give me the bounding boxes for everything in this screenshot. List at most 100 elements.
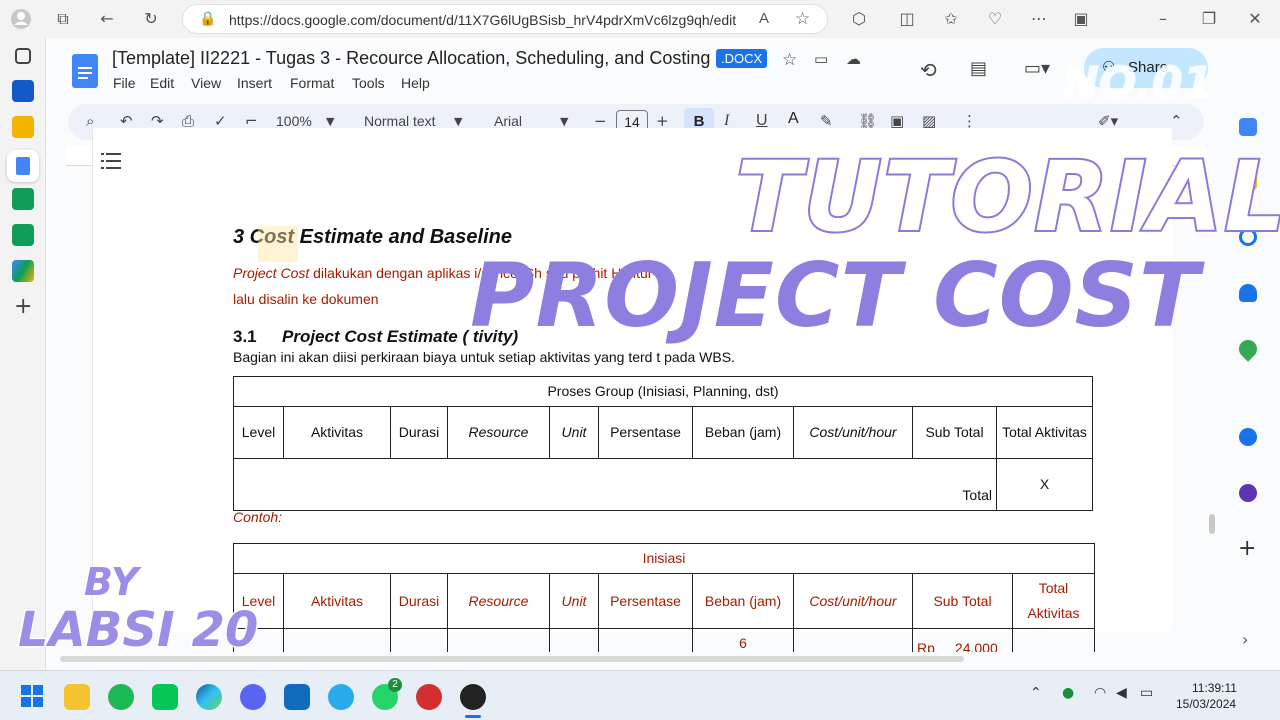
font-select[interactable]: Arial	[494, 113, 522, 129]
tab-sheets-2-icon[interactable]	[12, 224, 34, 246]
col-cost-unit-hour[interactable]: Cost/unit/hour	[793, 573, 913, 629]
file-explorer-icon[interactable]	[64, 684, 90, 710]
star-icon[interactable]: ☆	[782, 50, 797, 70]
col-persentase[interactable]: Persentase	[598, 573, 693, 629]
close-icon[interactable]: ✕	[1244, 8, 1266, 30]
col-durasi[interactable]: Durasi	[390, 406, 448, 459]
total-label[interactable]: Total	[233, 458, 997, 511]
total-value[interactable]: X	[996, 458, 1093, 511]
menu-format[interactable]: Format	[290, 75, 334, 91]
col-unit[interactable]: Unit	[549, 573, 599, 629]
document-title[interactable]: [Template] II2221 - Tugas 3 - Recource A…	[112, 48, 710, 69]
telegram-icon[interactable]	[328, 684, 354, 710]
refresh-icon[interactable]: ↻	[140, 8, 162, 30]
col-total-aktivitas[interactable]: Total Aktivitas	[1012, 573, 1095, 629]
col-cost-unit-hour[interactable]: Cost/unit/hour	[793, 406, 913, 459]
col-level[interactable]: Level	[233, 406, 284, 459]
lock-icon[interactable]: 🔒	[199, 11, 216, 27]
extensions-icon[interactable]: ⬡	[848, 8, 870, 30]
vertical-scrollbar[interactable]	[1209, 514, 1215, 534]
favorites-icon[interactable]: ✩	[940, 8, 962, 30]
style-select[interactable]: Normal text	[364, 113, 436, 129]
sidebar-toggle-icon[interactable]: ▣	[1070, 8, 1092, 30]
profile-icon[interactable]	[10, 8, 32, 30]
col-sub-total[interactable]: Sub Total	[912, 406, 997, 459]
minimize-icon[interactable]: –	[1152, 8, 1174, 30]
battery-icon[interactable]: ▭	[1140, 685, 1153, 701]
menu-tools[interactable]: Tools	[352, 75, 385, 91]
col-resource[interactable]: Resource	[447, 406, 550, 459]
episode-number: NO.01	[1061, 57, 1214, 110]
style-chevron-icon[interactable]: ▼	[454, 115, 462, 128]
col-durasi[interactable]: Durasi	[390, 573, 448, 629]
menu-help[interactable]: Help	[401, 75, 430, 91]
col-total-aktivitas[interactable]: Total Aktivitas	[996, 406, 1093, 459]
performance-icon[interactable]: ♡	[984, 8, 1006, 30]
menu-file[interactable]: File	[113, 75, 136, 91]
menu-view[interactable]: View	[191, 75, 221, 91]
tab-docs-active[interactable]	[7, 150, 39, 182]
col-unit[interactable]: Unit	[549, 406, 599, 459]
new-tab-icon[interactable]: +	[14, 294, 32, 319]
col-beban[interactable]: Beban (jam)	[692, 406, 794, 459]
col-persentase[interactable]: Persentase	[598, 406, 693, 459]
outline-icon[interactable]	[101, 152, 121, 175]
outlook-icon[interactable]	[284, 684, 310, 710]
menu-insert[interactable]: Insert	[237, 75, 272, 91]
docs-logo-icon[interactable]	[72, 54, 98, 88]
version-history-icon[interactable]: ⟲	[920, 58, 937, 82]
whatsapp-icon[interactable]: 2	[372, 678, 402, 710]
move-folder-icon[interactable]: ▭	[814, 50, 828, 68]
split-screen-icon[interactable]: ◫	[896, 8, 918, 30]
col-resource[interactable]: Resource	[447, 573, 550, 629]
table-group-header[interactable]: Proses Group (Inisiasi, Planning, dst)	[233, 376, 1093, 407]
expand-panel-icon[interactable]: ›	[1242, 630, 1248, 649]
restore-icon[interactable]: ❐	[1198, 8, 1220, 30]
col-aktivitas[interactable]: Aktivitas	[283, 573, 391, 629]
volume-icon[interactable]: ◀	[1116, 685, 1127, 701]
start-icon[interactable]	[21, 685, 43, 707]
maps-icon[interactable]	[1235, 336, 1261, 362]
tab-drive-icon[interactable]	[12, 260, 34, 282]
url-text[interactable]: https://docs.google.com/document/d/11X7G…	[229, 12, 736, 28]
tab-slides-icon[interactable]	[12, 116, 34, 138]
docx-badge: .DOCX	[716, 49, 768, 68]
more-icon[interactable]: ⋯	[1028, 8, 1050, 30]
obs-icon[interactable]	[460, 684, 486, 710]
clock-date[interactable]: 15/03/2024	[1176, 697, 1236, 711]
tab-sheets-icon[interactable]	[12, 188, 34, 210]
vertical-tabs: +	[0, 38, 46, 670]
comments-icon[interactable]: ▤	[970, 58, 987, 79]
tab-actions-icon[interactable]	[15, 48, 31, 64]
microphone-icon[interactable]: ●	[1062, 685, 1074, 701]
font-chevron-icon[interactable]: ▼	[560, 115, 568, 128]
wifi-icon[interactable]: ◠	[1094, 685, 1106, 701]
line-icon[interactable]	[152, 684, 178, 710]
tab-app-icon[interactable]	[12, 80, 34, 102]
addon-icon[interactable]	[1239, 484, 1257, 502]
menu-edit[interactable]: Edit	[150, 75, 174, 91]
contacts-icon[interactable]	[1239, 284, 1257, 302]
tray-overflow-icon[interactable]: ⌃	[1030, 685, 1042, 701]
favorite-star-icon[interactable]: ☆	[795, 9, 810, 29]
address-bar[interactable]: 🔒 https://docs.google.com/document/d/11X…	[182, 4, 828, 34]
spotify-icon[interactable]	[108, 684, 134, 710]
col-beban[interactable]: Beban (jam)	[692, 573, 794, 629]
edge-icon[interactable]	[196, 684, 222, 710]
compose-icon[interactable]	[1239, 428, 1257, 446]
add-addon-icon[interactable]: +	[1238, 536, 1256, 561]
workspaces-icon[interactable]: ⧉	[52, 8, 74, 30]
cloud-status-icon[interactable]: ☁	[846, 50, 861, 68]
zoom-chevron-icon[interactable]: ▼	[326, 115, 334, 128]
app-red-icon[interactable]	[416, 684, 442, 710]
back-icon[interactable]: ←	[96, 8, 118, 30]
table-group-header[interactable]: Inisiasi	[233, 543, 1095, 574]
col-aktivitas[interactable]: Aktivitas	[283, 406, 391, 459]
calendar-icon[interactable]	[1239, 118, 1257, 136]
meet-icon[interactable]: ▭▾	[1024, 58, 1050, 79]
read-aloud-icon[interactable]: A	[759, 10, 769, 27]
discord-icon[interactable]	[240, 684, 266, 710]
col-sub-total[interactable]: Sub Total	[912, 573, 1013, 629]
clock-time[interactable]: 11:39:11	[1192, 681, 1237, 695]
zoom-select[interactable]: 100%	[276, 113, 312, 129]
